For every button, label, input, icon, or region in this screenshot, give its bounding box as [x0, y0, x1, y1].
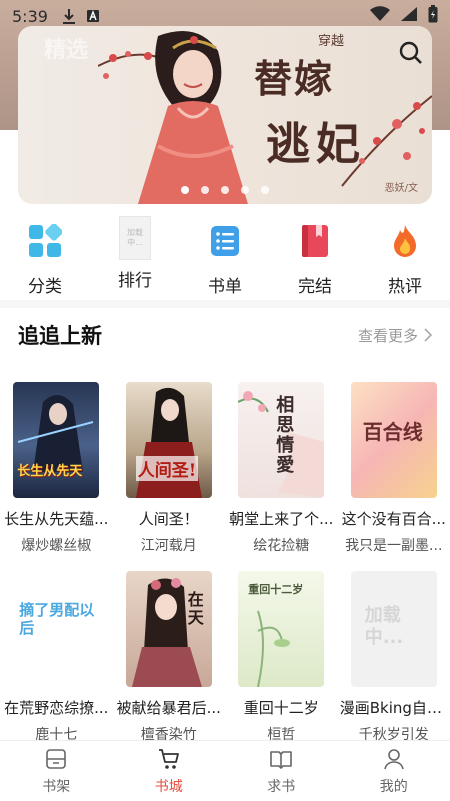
status-time: 5:39 [12, 6, 48, 26]
book-title: 长生从先天蕴... [4, 510, 109, 528]
category-bar: 分类 加载中... 排行 书单 完结 热评 [0, 214, 450, 298]
cover-title: 在天 [187, 590, 204, 627]
nav-bookshelf[interactable]: 书架 [0, 741, 113, 801]
wifi-icon [370, 6, 390, 26]
nav-label: 书架 [42, 779, 71, 795]
book-card[interactable]: 摘了男配以后 在荒野恋综撩... 鹿十七 [0, 571, 113, 744]
book-cover: 百合线 [350, 382, 437, 498]
nav-profile[interactable]: 我的 [338, 741, 450, 801]
cover-title: 相思情愛 [276, 395, 295, 476]
banner-illustration [98, 31, 248, 204]
see-more-label: 查看更多 [357, 326, 418, 345]
category-label: 完结 [298, 277, 332, 297]
book-card[interactable]: 重回十二岁 重回十二岁 桓哲 [225, 571, 338, 744]
status-bar: 5:39 [0, 0, 450, 32]
book-cover: 相思情愛 [238, 382, 325, 498]
carousel-dots [18, 186, 432, 194]
cover-title: 重回十二岁 [248, 583, 304, 596]
book-author: 我只是一副墨... [345, 538, 443, 554]
book-card[interactable]: 人间圣! 人间圣！ 江河载月 [113, 382, 226, 555]
cart-icon [156, 746, 182, 772]
banner-ghost-label: 精选 [44, 38, 89, 63]
carousel-dot[interactable] [181, 186, 189, 194]
carousel-dot[interactable] [261, 186, 269, 194]
see-more-link[interactable]: 查看更多 [358, 325, 432, 346]
category-completed[interactable]: 完结 [270, 214, 360, 298]
book-title: 这个没有百合... [341, 510, 446, 528]
category-label: 排行 [118, 271, 152, 291]
bookmark-book-icon [296, 222, 334, 260]
book-row: 摘了男配以后 在荒野恋综撩... 鹿十七 在天 被献给暴君后... 檀香染竹 重… [0, 571, 450, 744]
chevron-right-icon [424, 328, 432, 342]
grid-icon [26, 222, 64, 260]
book-author: 爆炒螺丝椒 [21, 538, 92, 554]
book-author: 江河载月 [140, 538, 197, 554]
cover-title: 加载中... [364, 605, 404, 648]
flame-icon [386, 222, 424, 260]
carousel-dot[interactable] [221, 186, 229, 194]
download-icon [62, 8, 76, 24]
cover-title: 长生从先天 [17, 464, 83, 479]
book-cover: 摘了男配以后 [13, 571, 100, 687]
book-cover: 长生从先天 [13, 382, 100, 498]
featured-banner[interactable]: 精选 穿越 替嫁 逃妃 恶妖/文 [18, 26, 432, 204]
category-hot-reviews[interactable]: 热评 [360, 214, 450, 298]
app-notification-icon [86, 9, 100, 23]
section-divider [0, 300, 450, 308]
section-title: 追追上新 [18, 324, 102, 348]
cover-art [17, 394, 94, 472]
nav-request-book[interactable]: 求书 [225, 741, 338, 801]
category-classify[interactable]: 分类 [0, 214, 90, 298]
book-title: 被献给暴君后... [116, 699, 221, 717]
book-card[interactable]: 百合线 这个没有百合... 我只是一副墨... [338, 382, 450, 555]
placeholder-text: 加载中... [127, 228, 143, 247]
nav-label: 书城 [154, 779, 183, 795]
book-card[interactable]: 加载中... 漫画Bking自救... 千秋岁引发 [338, 571, 450, 744]
cover-art [131, 578, 202, 687]
book-cover: 人间圣! [125, 382, 212, 498]
cover-title: 摘了男配以后 [19, 601, 95, 637]
category-label: 热评 [388, 277, 422, 297]
nav-label: 求书 [267, 779, 296, 795]
book-author: 绘花捡糖 [253, 538, 310, 554]
cover-title: 人间圣! [135, 456, 199, 481]
book-title: 漫画Bking自救... [339, 699, 448, 717]
book-title: 人间圣！ [138, 510, 199, 528]
battery-icon [428, 5, 438, 27]
loading-placeholder-icon: 加载中... [119, 216, 151, 260]
book-title: 朝堂上来了个... [229, 510, 334, 528]
book-card[interactable]: 相思情愛 朝堂上来了个... 绘花捡糖 [225, 382, 338, 555]
bottom-navigation: 书架 书城 求书 我的 [0, 740, 450, 801]
bookshelf-icon [43, 746, 69, 772]
list-icon [206, 222, 244, 260]
book-card[interactable]: 在天 被献给暴君后... 檀香染竹 [113, 571, 226, 744]
signal-icon [400, 6, 418, 26]
search-icon[interactable] [398, 40, 424, 66]
open-book-icon [268, 746, 294, 772]
book-cover: 在天 [125, 571, 212, 687]
book-title: 在荒野恋综撩... [4, 699, 109, 717]
book-cover: 加载中... [350, 571, 437, 687]
banner-title-line2: 逃妃 [266, 119, 366, 170]
nav-label: 我的 [379, 779, 408, 795]
book-title: 重回十二岁 [243, 699, 319, 717]
book-cover: 重回十二岁 [238, 571, 325, 687]
category-ranking[interactable]: 加载中... 排行 [90, 214, 180, 298]
nav-bookstore[interactable]: 书城 [113, 741, 226, 801]
category-booklist[interactable]: 书单 [180, 214, 270, 298]
cover-title: 百合线 [362, 420, 423, 444]
person-icon [381, 746, 407, 772]
banner-subtitle: 穿越 [318, 34, 345, 49]
carousel-dot[interactable] [241, 186, 249, 194]
book-card[interactable]: 长生从先天 长生从先天蕴... 爆炒螺丝椒 [0, 382, 113, 555]
banner-title-line1: 替嫁 [254, 56, 335, 101]
book-row: 长生从先天 长生从先天蕴... 爆炒螺丝椒 人间圣! 人间圣！ 江河载月 相思情… [0, 382, 450, 555]
category-label: 分类 [28, 277, 62, 297]
carousel-dot[interactable] [201, 186, 209, 194]
category-label: 书单 [208, 277, 242, 297]
section-header: 追追上新 查看更多 [0, 318, 450, 352]
